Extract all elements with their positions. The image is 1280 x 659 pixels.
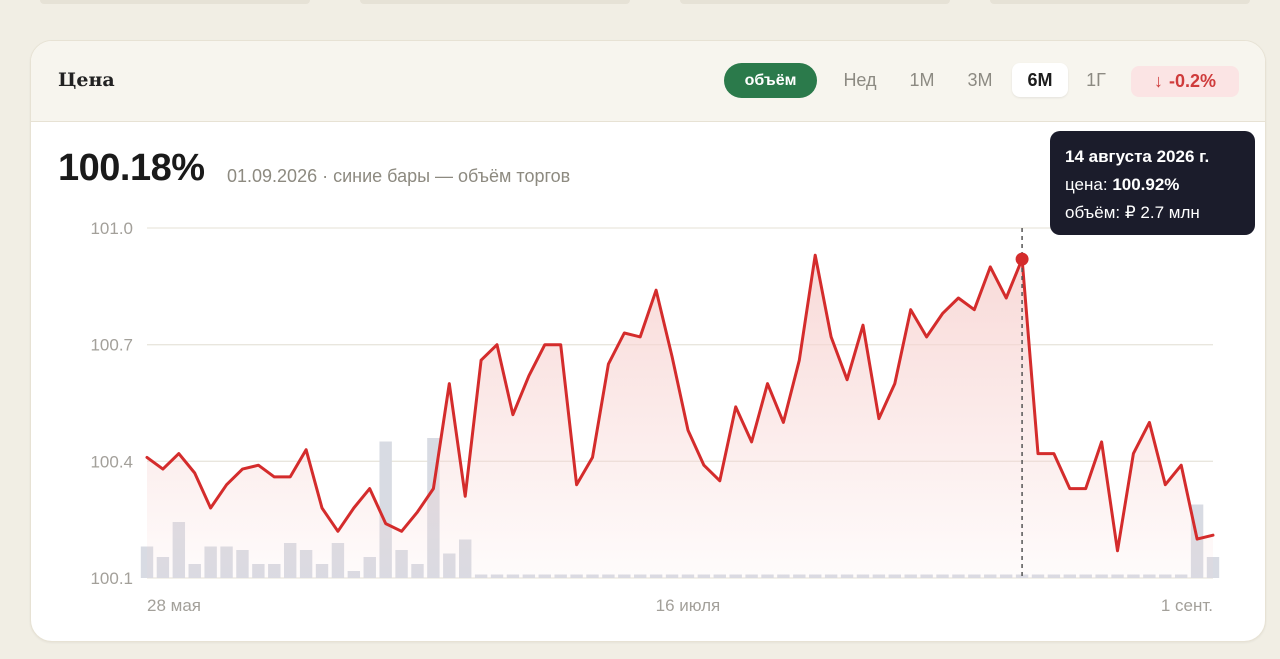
card-header: Цена объём Нед 1М 3М 6М 1Г ↓ -0.2% xyxy=(31,41,1265,122)
range-1m-button[interactable]: 1М xyxy=(897,63,947,97)
highlight-point xyxy=(1015,252,1029,266)
price-area xyxy=(147,255,1213,578)
tooltip-price-label: цена: xyxy=(1065,175,1108,194)
range-1y-button[interactable]: 1Г xyxy=(1074,63,1118,97)
arrow-down-icon: ↓ xyxy=(1153,71,1163,91)
y-tick-label: 100.4 xyxy=(90,452,133,471)
y-tick-label: 100.1 xyxy=(90,569,133,588)
tooltip-price: цена: 100.92% xyxy=(1065,171,1240,199)
volume-note: синие бары — объём торгов xyxy=(333,166,571,186)
value-date: 01.09.2026 xyxy=(227,166,318,186)
background-tab xyxy=(680,0,950,4)
x-tick-label: 16 июля xyxy=(656,596,721,615)
y-tick-label: 101.0 xyxy=(90,219,133,238)
y-tick-label: 100.7 xyxy=(90,336,133,355)
tooltip-price-value: 100.92% xyxy=(1112,175,1180,194)
x-tick-label: 1 сент. xyxy=(1161,596,1213,615)
price-card: 101.0 100.7 100.4 100.1 28 мая 16 июля 1 сент.… xyxy=(30,40,1266,642)
tooltip-volume-value: ₽ 2.7 млн xyxy=(1124,203,1200,222)
tooltip-volume: объём: ₽ 2.7 млн xyxy=(1065,199,1240,227)
volume-toggle-button[interactable]: объём xyxy=(724,63,817,98)
range-week-button[interactable]: Нед xyxy=(831,63,889,97)
tooltip-volume-label: объём: xyxy=(1065,203,1121,222)
change-badge: ↓ -0.2% xyxy=(1131,66,1239,97)
background-tab xyxy=(40,0,310,4)
background-tab xyxy=(360,0,630,4)
chart-tooltip: 14 августа 2026 г. цена: 100.92% объём: … xyxy=(1050,131,1255,235)
range-6m-button[interactable]: 6М xyxy=(1012,63,1068,97)
value-subtitle: 01.09.2026 · синие бары — объём торгов xyxy=(227,166,570,187)
tooltip-date: 14 августа 2026 г. xyxy=(1065,147,1210,166)
card-title: Цена xyxy=(58,69,115,91)
subtitle-separator: · xyxy=(322,166,329,186)
x-tick-label: 28 мая xyxy=(147,596,201,615)
range-3m-button[interactable]: 3М xyxy=(953,63,1007,97)
change-value: -0.2% xyxy=(1168,71,1217,91)
background-tab xyxy=(990,0,1250,4)
current-value: 100.18% xyxy=(58,147,205,189)
